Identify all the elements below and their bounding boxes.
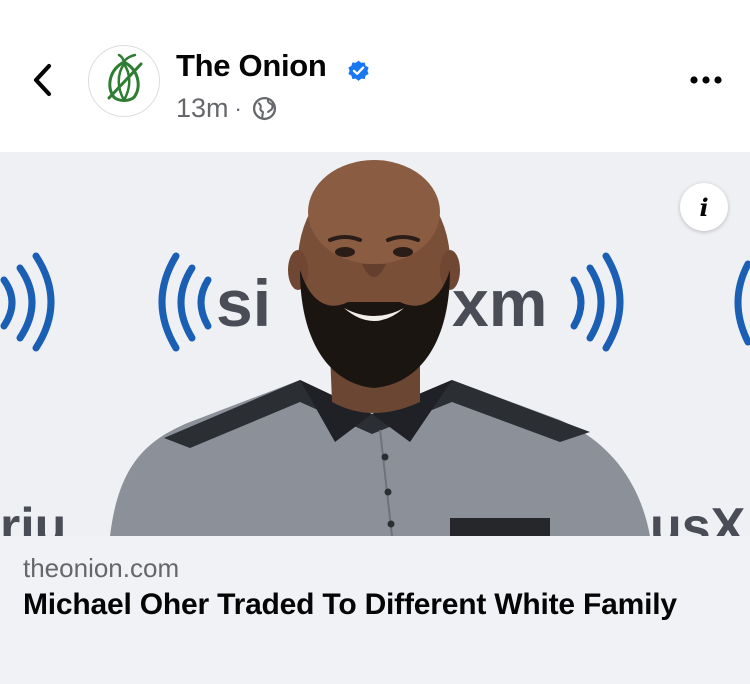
photo-illustration: si xm riu usX	[0, 152, 750, 536]
backdrop-logo-left: si	[216, 266, 271, 340]
backdrop-bottom-right: usX	[650, 498, 746, 536]
page-name[interactable]: The Onion	[176, 48, 327, 84]
link-domain: theonion.com	[23, 553, 180, 583]
chevron-left-icon	[33, 63, 52, 97]
backdrop-bottom-left: riu	[0, 498, 66, 536]
meta-separator: ·	[234, 95, 242, 121]
verified-badge-icon	[348, 60, 369, 81]
back-button[interactable]	[26, 62, 58, 98]
more-options-button[interactable]	[682, 62, 730, 98]
post-meta: 13m ·	[176, 93, 277, 124]
post-image[interactable]: si xm riu usX	[0, 152, 750, 536]
post-timestamp[interactable]: 13m	[176, 93, 229, 124]
page-avatar[interactable]	[88, 45, 160, 117]
globe-icon[interactable]	[252, 96, 277, 121]
backdrop-logo-right: xm	[452, 266, 547, 340]
more-horizontal-icon	[690, 76, 722, 84]
info-button[interactable]: i	[680, 183, 728, 231]
info-icon: i	[699, 192, 709, 222]
post-header: The Onion 13m ·	[0, 0, 750, 152]
onion-logo-icon	[107, 53, 143, 102]
link-headline[interactable]: Michael Oher Traded To Different White F…	[23, 586, 723, 623]
